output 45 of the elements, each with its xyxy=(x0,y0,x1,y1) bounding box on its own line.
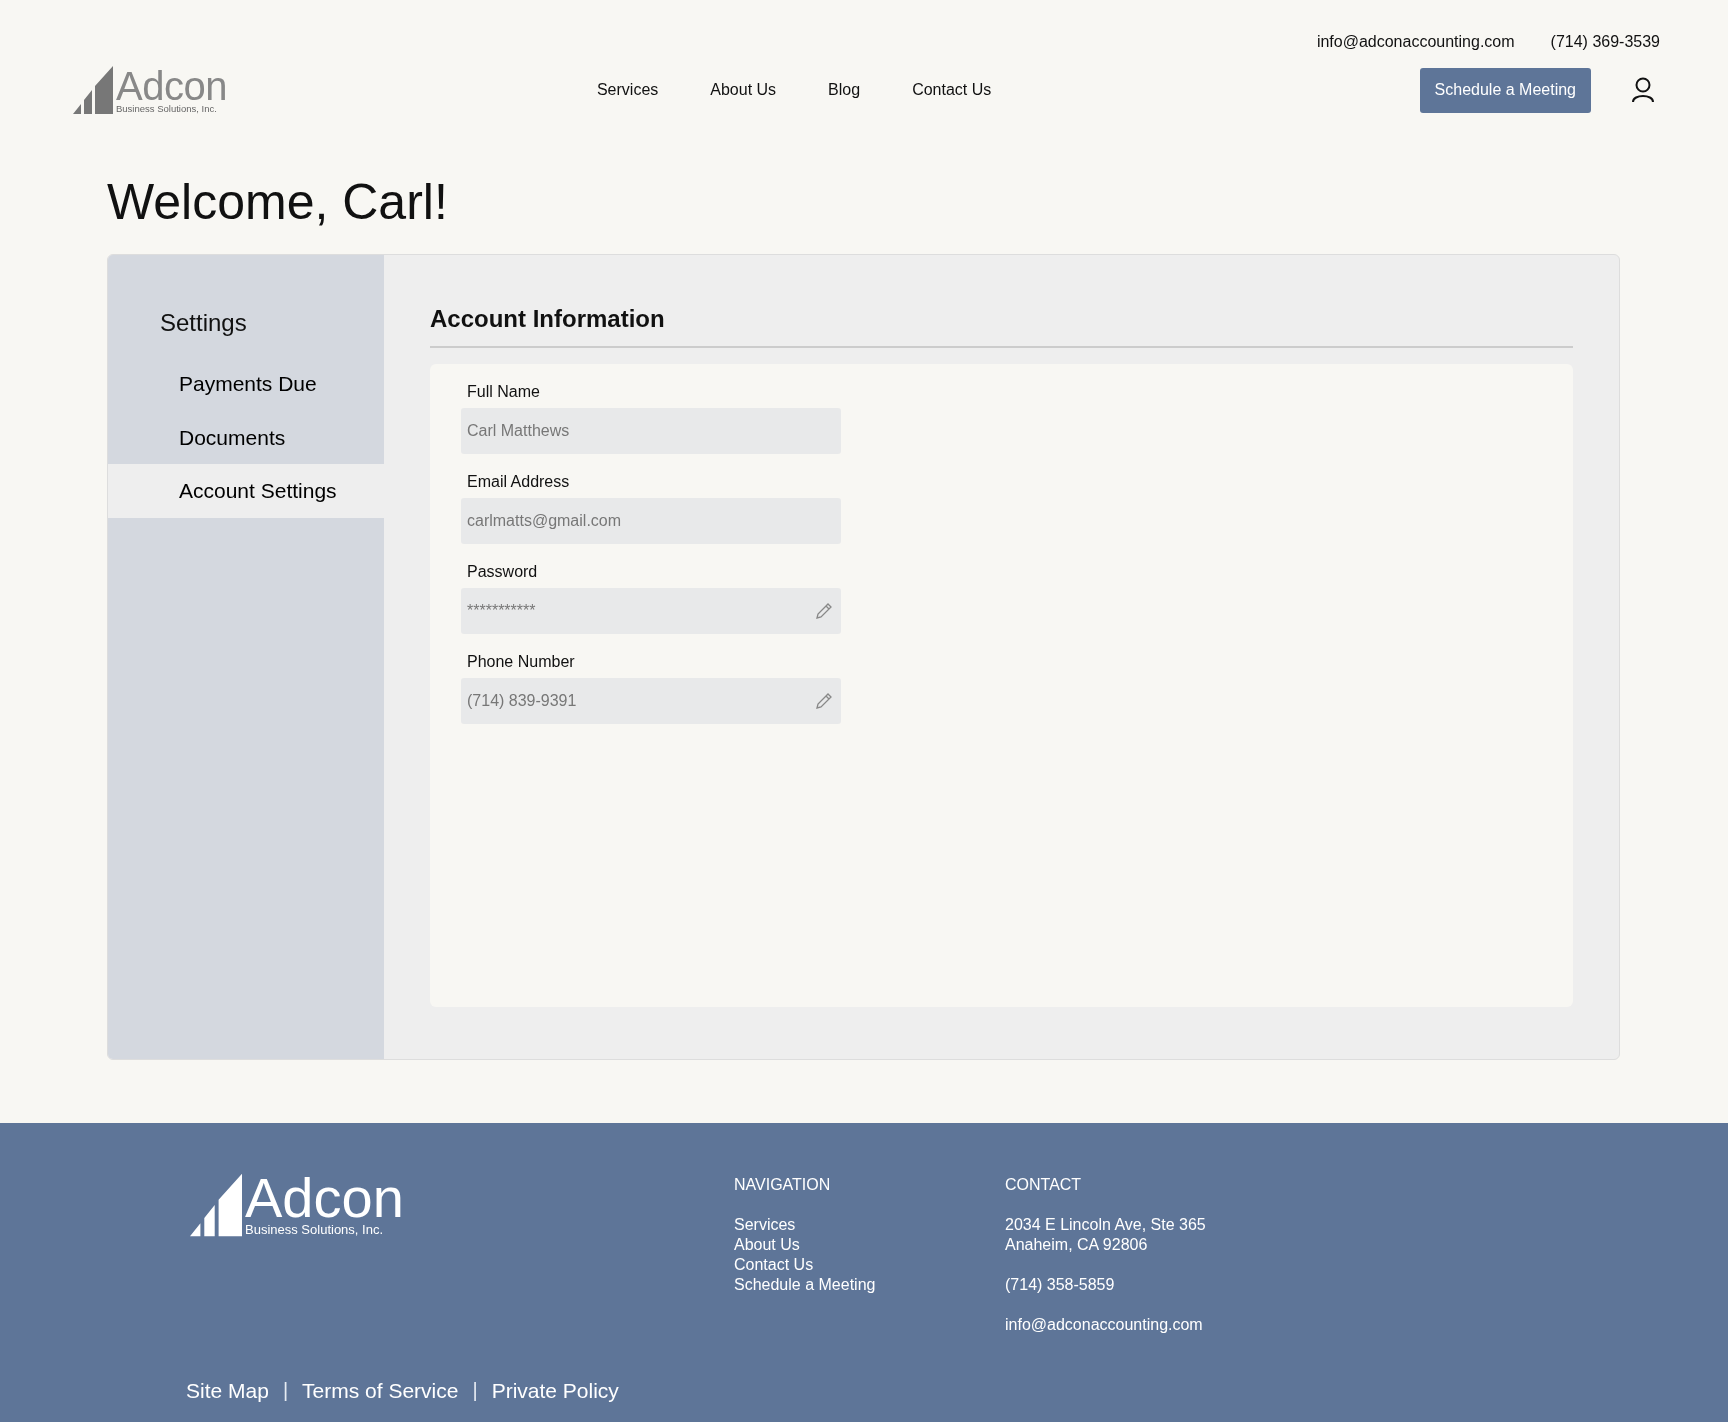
footer-link[interactable]: Private Policy xyxy=(491,1375,619,1407)
sidebar-item[interactable]: Account Settings xyxy=(108,464,384,518)
logo-wordmark: Adcon xyxy=(116,68,227,104)
field-label: Full Name xyxy=(467,381,541,402)
field-label: Password xyxy=(467,561,539,582)
footer-link[interactable]: Services xyxy=(734,1215,1005,1235)
separator: | xyxy=(282,1378,289,1403)
separator: | xyxy=(472,1378,478,1403)
sidebar-item[interactable]: Documents xyxy=(108,410,384,464)
input-field[interactable]: Carl Matthews xyxy=(461,407,841,454)
input-field[interactable]: *********** xyxy=(461,587,841,634)
pencil-icon[interactable] xyxy=(815,691,833,710)
bar-chart-logo-icon xyxy=(73,66,113,114)
address-line: 2034 E Lincoln Ave, Ste 365 xyxy=(1005,1215,1206,1235)
footer-link[interactable]: About Us xyxy=(734,1235,1005,1255)
user-icon[interactable] xyxy=(1631,77,1655,103)
address-line: Anaheim, CA 92806 xyxy=(1005,1235,1149,1255)
field-label: Email Address xyxy=(467,471,571,492)
phone-number: (714) 358-5859 xyxy=(1005,1275,1116,1295)
schedule-meeting-button[interactable]: Schedule a Meeting xyxy=(1419,67,1591,113)
bar-chart-logo-icon xyxy=(190,1173,242,1237)
welcome-heading: Welcome, Carl! xyxy=(107,175,449,230)
footer-link[interactable]: Site Map xyxy=(186,1375,269,1407)
input-field[interactable]: (714) 839-9391 xyxy=(461,677,841,724)
column-heading: NAVIGATION xyxy=(734,1175,832,1195)
column-heading: CONTACT xyxy=(1005,1175,1083,1195)
logo-tagline: Business Solutions, Inc. xyxy=(245,1223,385,1237)
footer-link[interactable]: Terms of Service xyxy=(302,1375,459,1407)
footer-link[interactable]: Schedule a Meeting xyxy=(734,1275,1005,1295)
email-address: info@adconaccounting.com xyxy=(1005,1315,1204,1335)
input-field[interactable]: carlmatts@gmail.com xyxy=(461,497,841,544)
nav-link-item[interactable]: About Us xyxy=(710,78,777,102)
logo-wordmark: Adcon xyxy=(245,1173,404,1223)
field-label: Phone Number xyxy=(467,651,576,672)
section-title: Account Information xyxy=(430,305,1573,348)
pencil-icon[interactable] xyxy=(815,601,833,620)
sidebar-title: Settings xyxy=(160,308,247,338)
nav-link-item[interactable]: Blog xyxy=(828,78,861,102)
nav-link-item[interactable]: Services xyxy=(596,78,659,102)
nav-link-item[interactable]: Contact Us xyxy=(912,78,992,102)
logo-tagline: Business Solutions, Inc. xyxy=(116,104,218,114)
sidebar-item[interactable]: Payments Due xyxy=(108,357,384,411)
footer-link[interactable]: Contact Us xyxy=(734,1255,1005,1275)
email-address: info@adconaccounting.com xyxy=(1316,32,1515,52)
phone-number: (714) 369-3539 xyxy=(1550,32,1660,52)
